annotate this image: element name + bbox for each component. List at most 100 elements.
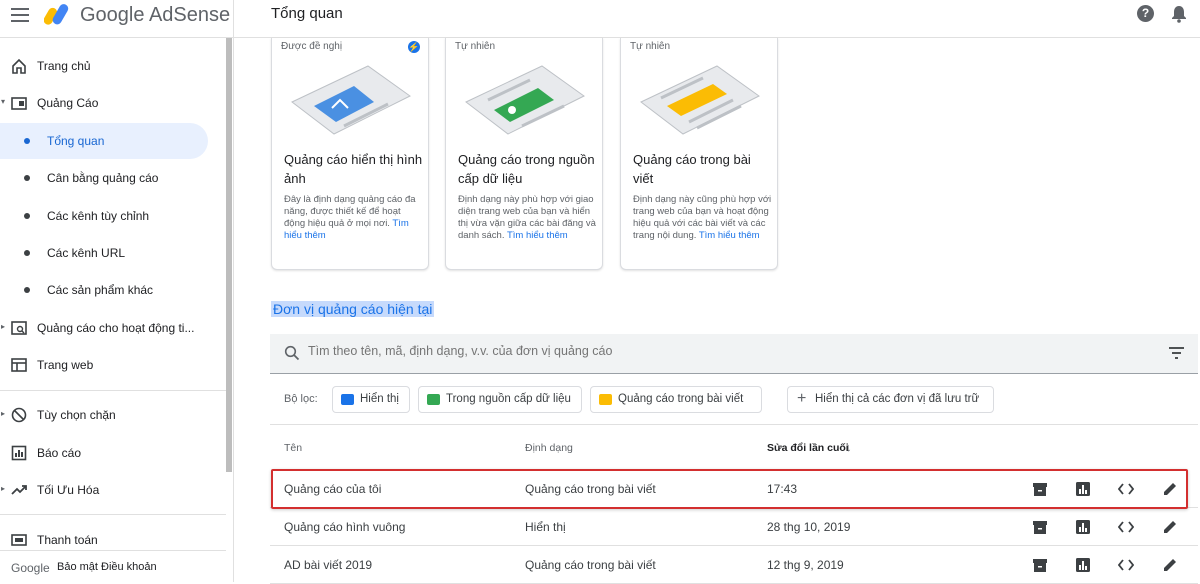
filter-list-icon[interactable] [1169, 347, 1184, 359]
bullet-icon [24, 213, 30, 219]
sidebar-item-sites[interactable]: Trang web [0, 347, 226, 383]
ad-format-card-in-feed[interactable]: Tự nhiên Quảng cáo trong nguồn cấp dữ li… [445, 38, 603, 270]
ads-icon [11, 97, 27, 110]
bullet-icon [24, 287, 30, 293]
show-archived-chip[interactable]: + Hiển thị cả các đơn vị đã lưu trữ [787, 386, 994, 413]
ad-unit-name[interactable]: Quảng cáo của tôi [284, 482, 381, 496]
sidebar-item-overview[interactable]: Tổng quan [0, 123, 208, 159]
filter-row: Bộ lọc: Hiển thị Trong nguồn cấp dữ liệu… [270, 375, 1198, 425]
edit-pencil-icon[interactable] [1162, 481, 1178, 497]
in-feed-ad-illustration-icon [465, 65, 585, 135]
report-icon[interactable] [1075, 557, 1091, 573]
payments-icon [11, 534, 27, 546]
caret-right-icon: ▸ [1, 322, 6, 331]
card-description: Đây là định dạng quảng cáo đa năng, được… [284, 194, 416, 241]
search-input[interactable] [308, 344, 1108, 358]
google-footer-logo: Google [11, 561, 50, 575]
terms-link[interactable]: Điều khoản [101, 561, 157, 573]
sort-arrow-down-icon[interactable]: ↓ [846, 442, 852, 454]
filter-chip-in-feed[interactable]: Trong nguồn cấp dữ liệu [418, 386, 582, 413]
edit-pencil-icon[interactable] [1162, 557, 1178, 573]
ad-format-card-in-article[interactable]: Tự nhiên Quảng cáo trong bài viết Định d… [620, 38, 778, 270]
trending-up-icon [11, 485, 27, 495]
help-icon[interactable]: ? [1137, 5, 1154, 22]
table-row[interactable]: Quảng cáo của tôi Quảng cáo trong bài vi… [270, 470, 1198, 508]
archive-icon[interactable] [1032, 557, 1048, 573]
ad-unit-modified: 28 thg 10, 2019 [767, 520, 851, 534]
filter-chip-display[interactable]: Hiển thị [332, 386, 410, 413]
home-icon [12, 58, 26, 74]
archive-icon[interactable] [1032, 481, 1048, 497]
header-divider [233, 0, 234, 38]
sidebar-item-ad-balance[interactable]: Cân bằng quảng cáo [0, 160, 226, 196]
bullet-icon [24, 175, 30, 181]
plus-icon: + [797, 390, 807, 407]
block-icon [11, 407, 27, 423]
sidebar-item-label: Tổng quan [47, 134, 105, 148]
report-icon[interactable] [1075, 481, 1091, 497]
sidebar-item-label: Thanh toán [37, 533, 98, 547]
in-feed-format-icon [427, 394, 440, 405]
sidebar-item-url-channels[interactable]: Các kênh URL [0, 235, 226, 271]
sidebar-item-search-ads[interactable]: ▸ Quảng cáo cho hoạt động ti... [0, 310, 226, 346]
card-title: Quảng cáo hiển thị hình ảnh [284, 152, 423, 186]
notifications-bell-icon[interactable] [1171, 5, 1187, 23]
table-row[interactable]: Quảng cáo hình vuông Hiển thị 28 thg 10,… [270, 508, 1198, 546]
report-icon[interactable] [1075, 519, 1091, 535]
sidebar-item-label: Tùy chọn chặn [37, 408, 116, 422]
sidebar-item-label: Tối Ưu Hóa [37, 483, 100, 497]
privacy-link[interactable]: Bảo mật [57, 561, 98, 573]
lightning-icon: ⚡ [408, 41, 420, 53]
ad-unit-name[interactable]: Quảng cáo hình vuông [284, 520, 405, 534]
sidebar-item-label: Cân bằng quảng cáo [47, 171, 159, 185]
card-title: Quảng cáo trong bài viết [633, 152, 751, 186]
sidebar-scrollbar[interactable] [226, 38, 232, 472]
caret-right-icon: ▸ [1, 484, 6, 493]
table-row[interactable]: AD bài viết 2019 Quảng cáo trong bài viế… [270, 546, 1198, 584]
sidebar-item-custom-channels[interactable]: Các kênh tùy chỉnh [0, 198, 226, 234]
ad-unit-modified: 12 thg 9, 2019 [767, 558, 844, 572]
sidebar: Trang chủ ▾ Quảng Cáo Tổng quan Cân bằng… [0, 38, 234, 582]
ad-format-card-display[interactable]: Được đề nghị ⚡ Quảng cáo hiển thị hình ả… [271, 38, 429, 270]
code-icon[interactable] [1118, 557, 1134, 573]
sidebar-item-reports[interactable]: Báo cáo [0, 435, 226, 471]
sidebar-divider [0, 514, 226, 515]
bullet-icon [24, 250, 30, 256]
sidebar-item-other-products[interactable]: Các sản phẩm khác [0, 272, 226, 308]
ad-unit-format: Quảng cáo trong bài viết [525, 482, 656, 496]
column-header-format[interactable]: Định dạng [525, 442, 573, 454]
code-icon[interactable] [1118, 519, 1134, 535]
reports-icon [11, 445, 27, 461]
sidebar-item-label: Quảng Cáo [37, 96, 99, 110]
chip-label: Hiển thị cả các đơn vị đã lưu trữ [815, 393, 980, 405]
chip-label: Quảng cáo trong bài viết [618, 393, 744, 405]
sidebar-item-label: Các sản phẩm khác [47, 283, 154, 297]
filter-chip-in-article[interactable]: Quảng cáo trong bài viết [590, 386, 762, 413]
code-icon[interactable] [1118, 481, 1134, 497]
sidebar-item-label: Báo cáo [37, 446, 82, 460]
ad-unit-name[interactable]: AD bài viết 2019 [284, 558, 372, 572]
column-header-name[interactable]: Tên [284, 442, 302, 454]
menu-icon[interactable] [11, 8, 29, 22]
sidebar-item-label: Các kênh URL [47, 246, 126, 260]
ad-unit-format: Quảng cáo trong bài viết [525, 558, 656, 572]
card-tag: Được đề nghị [281, 41, 343, 52]
sidebar-footer: Google Bảo mật Điều khoản [0, 550, 226, 582]
card-tag: Tự nhiên [455, 41, 496, 52]
column-header-last-modified[interactable]: Sửa đổi lần cuối [767, 442, 849, 454]
archive-icon[interactable] [1032, 519, 1048, 535]
edit-pencil-icon[interactable] [1162, 519, 1178, 535]
learn-more-link[interactable]: Tìm hiểu thêm [699, 230, 760, 241]
table-header: Tên Định dạng Sửa đổi lần cuối ↓ [270, 430, 1198, 466]
learn-more-link[interactable]: Tìm hiểu thêm [507, 230, 568, 241]
sidebar-item-home[interactable]: Trang chủ [0, 48, 226, 84]
in-article-ad-illustration-icon [640, 65, 760, 135]
sidebar-item-blocking[interactable]: ▸ Tùy chọn chặn [0, 397, 226, 433]
ad-unit-modified: 17:43 [767, 482, 798, 496]
search-ads-icon [11, 321, 27, 335]
search-icon [284, 345, 300, 361]
sidebar-item-ads[interactable]: ▾ Quảng Cáo [0, 85, 226, 121]
sidebar-item-optimization[interactable]: ▸ Tối Ưu Hóa [0, 472, 226, 508]
display-ad-illustration-icon [291, 65, 411, 135]
card-description: Định dạng này phù hợp với giao diện tran… [458, 194, 596, 241]
